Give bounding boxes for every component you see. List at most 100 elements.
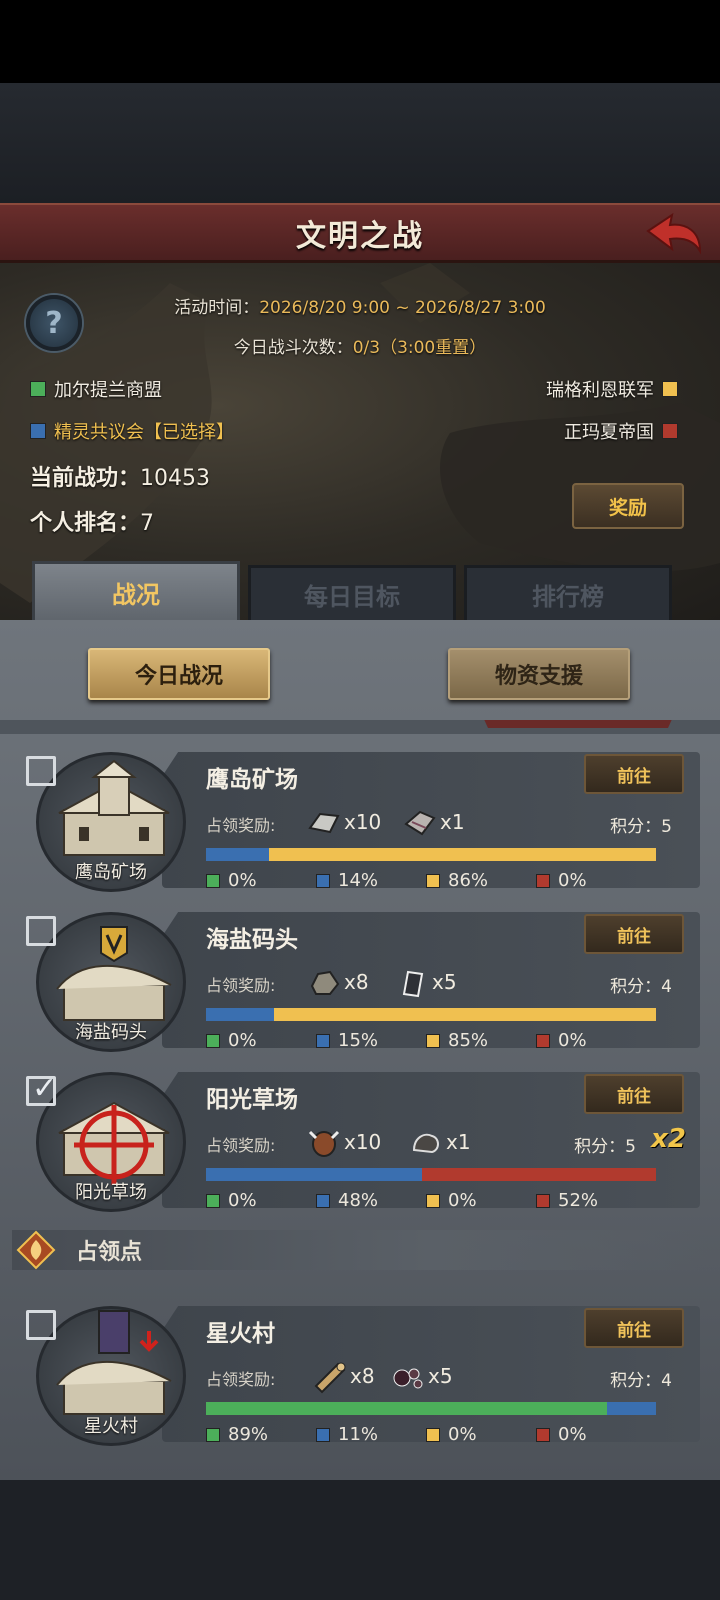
point-name: 阳光草场 xyxy=(206,1087,298,1113)
share-green: 0% xyxy=(228,1190,257,1211)
score-text: 积分：4 xyxy=(610,1366,672,1391)
ox-icon xyxy=(308,1130,340,1157)
share-bar xyxy=(206,1008,656,1021)
share-bar xyxy=(206,848,656,861)
share-segment xyxy=(206,1402,607,1415)
daily-battles-value: 0/3（3:00重置） xyxy=(352,338,487,358)
personal-rank-label: 个人排名： xyxy=(30,511,141,536)
share-green: 89% xyxy=(228,1424,269,1445)
score-value: 4 xyxy=(661,1371,672,1391)
share-green: 0% xyxy=(228,870,257,891)
share-red: 0% xyxy=(558,1030,587,1051)
reward-qty: x8 xyxy=(344,970,369,994)
reward-item: x8 xyxy=(306,964,369,1000)
tab-leaderboard[interactable]: 排行榜 xyxy=(464,565,672,621)
section-title: 占领点 xyxy=(76,1240,143,1265)
share-bar xyxy=(206,1168,656,1181)
point-name: 鹰岛矿场 xyxy=(206,767,298,793)
page-title: 文明之战 xyxy=(296,218,424,254)
share-red: 0% xyxy=(558,1424,587,1445)
red-swatch xyxy=(536,1427,550,1442)
badge-label: 海盐码头 xyxy=(75,1022,147,1043)
point-card: 海盐码头 海盐码头 前往 占领奖励: x8 x5 积分：4 0% 15% 85%… xyxy=(14,906,706,1054)
goto-button[interactable]: 前往 xyxy=(584,1308,684,1348)
occupy-reward-label: 占领奖励: xyxy=(206,816,276,835)
tab-daily-goals[interactable]: 每日目标 xyxy=(248,565,456,621)
reward-qty: x10 xyxy=(344,810,382,834)
share-red: 52% xyxy=(558,1190,599,1211)
today-status-button[interactable]: 今日战况 xyxy=(88,648,270,700)
share-legend: 0% 48% 0% 52% xyxy=(206,1190,676,1211)
blue-swatch xyxy=(316,1033,330,1048)
cut-off-section-header xyxy=(0,720,720,734)
reward-qty: x1 xyxy=(440,810,465,834)
faction-green: 加尔提兰商盟 xyxy=(30,376,162,402)
event-time-value: 2026/8/20 9:00 ~ 2026/8/27 3:00 xyxy=(259,298,546,318)
blue-swatch xyxy=(316,873,330,888)
reward-button[interactable]: 奖励 xyxy=(572,483,684,529)
green-swatch xyxy=(206,1193,220,1208)
yellow-swatch xyxy=(426,1033,440,1048)
share-segment xyxy=(206,1168,422,1181)
score-text: 积分：4 xyxy=(610,972,672,997)
current-merit-label: 当前战功： xyxy=(30,466,141,491)
red-swatch xyxy=(536,1033,550,1048)
score-value: 5 xyxy=(625,1137,636,1157)
share-green: 0% xyxy=(228,1030,257,1051)
green-swatch xyxy=(206,873,220,888)
yellow-swatch xyxy=(426,873,440,888)
title-bar: 文明之战 xyxy=(0,203,720,263)
point-card: 阳光草场 ✓ 阳光草场 前往 占领奖励: x10 x1 积分：5 x2 0% 4… xyxy=(14,1066,706,1214)
point-checkbox[interactable] xyxy=(26,1310,56,1340)
top-backdrop xyxy=(0,83,720,203)
green-swatch xyxy=(206,1427,220,1442)
fire-icon xyxy=(16,1230,56,1270)
reward-item: x1 xyxy=(408,1124,471,1160)
current-merit-value: 10453 xyxy=(140,466,211,491)
faction-yellow: 瑞格利恩联军 xyxy=(546,376,678,402)
reward-item: x5 xyxy=(394,964,457,1000)
score-label: 积分： xyxy=(610,1371,662,1391)
score-value: 5 xyxy=(661,817,672,837)
point-card: 鹰岛矿场 鹰岛矿场 前往 占领奖励: x10 x1 积分：5 0% 14% 86… xyxy=(14,746,706,894)
reward-item: x1 xyxy=(402,804,465,840)
goto-button[interactable]: 前往 xyxy=(584,914,684,954)
point-checkbox[interactable] xyxy=(26,756,56,786)
faction-blue: 精灵共议会【已选择】 xyxy=(30,418,234,444)
share-blue: 14% xyxy=(338,870,379,891)
score-text: 积分：5 xyxy=(574,1132,636,1157)
share-segment xyxy=(606,1402,656,1415)
faction-red-swatch xyxy=(662,423,678,439)
reward-item: x5 xyxy=(390,1358,453,1394)
faction-red: 正玛夏帝国 xyxy=(564,418,678,444)
event-time-label: 活动时间： xyxy=(174,298,260,318)
back-arrow-icon[interactable] xyxy=(642,209,704,259)
point-list[interactable]: 鹰岛矿场 鹰岛矿场 前往 占领奖励: x10 x1 积分：5 0% 14% 86… xyxy=(0,720,720,1480)
daily-battles: 今日战斗次数：0/3（3:00重置） xyxy=(0,333,720,358)
share-blue: 11% xyxy=(338,1424,379,1445)
point-name: 海盐码头 xyxy=(206,927,298,953)
content-panel: 今日战况 物资支援 鹰岛矿场 鹰岛矿场 前往 占领奖励: x10 x1 积分：5… xyxy=(0,620,720,1480)
daily-battles-label: 今日战斗次数： xyxy=(233,338,353,358)
coal-icon xyxy=(412,1133,439,1154)
badge-label: 星火村 xyxy=(84,1416,138,1437)
check-mark-icon: ✓ xyxy=(32,1071,58,1106)
share-yellow: 85% xyxy=(448,1030,489,1051)
faction-green-label: 加尔提兰商盟 xyxy=(54,380,162,401)
reward-item: x8 xyxy=(312,1358,375,1394)
point-checkbox[interactable]: ✓ xyxy=(26,1071,57,1106)
tab-battle-status[interactable]: 战况 xyxy=(32,561,240,621)
goto-button[interactable]: 前往 xyxy=(584,754,684,794)
reward-qty: x1 xyxy=(446,1130,471,1154)
supply-support-button[interactable]: 物资支援 xyxy=(448,648,630,700)
event-time: 活动时间：2026/8/20 9:00 ~ 2026/8/27 3:00 xyxy=(0,293,720,318)
share-yellow: 86% xyxy=(448,870,489,891)
stone-ore-icon xyxy=(310,970,340,995)
badge-label: 鹰岛矿场 xyxy=(75,862,147,883)
faction-red-label: 正玛夏帝国 xyxy=(564,422,654,443)
point-checkbox[interactable] xyxy=(26,916,56,946)
share-legend: 0% 14% 86% 0% xyxy=(206,870,676,891)
faction-green-swatch xyxy=(30,381,46,397)
goto-button[interactable]: 前往 xyxy=(584,1074,684,1114)
share-legend: 0% 15% 85% 0% xyxy=(206,1030,676,1051)
